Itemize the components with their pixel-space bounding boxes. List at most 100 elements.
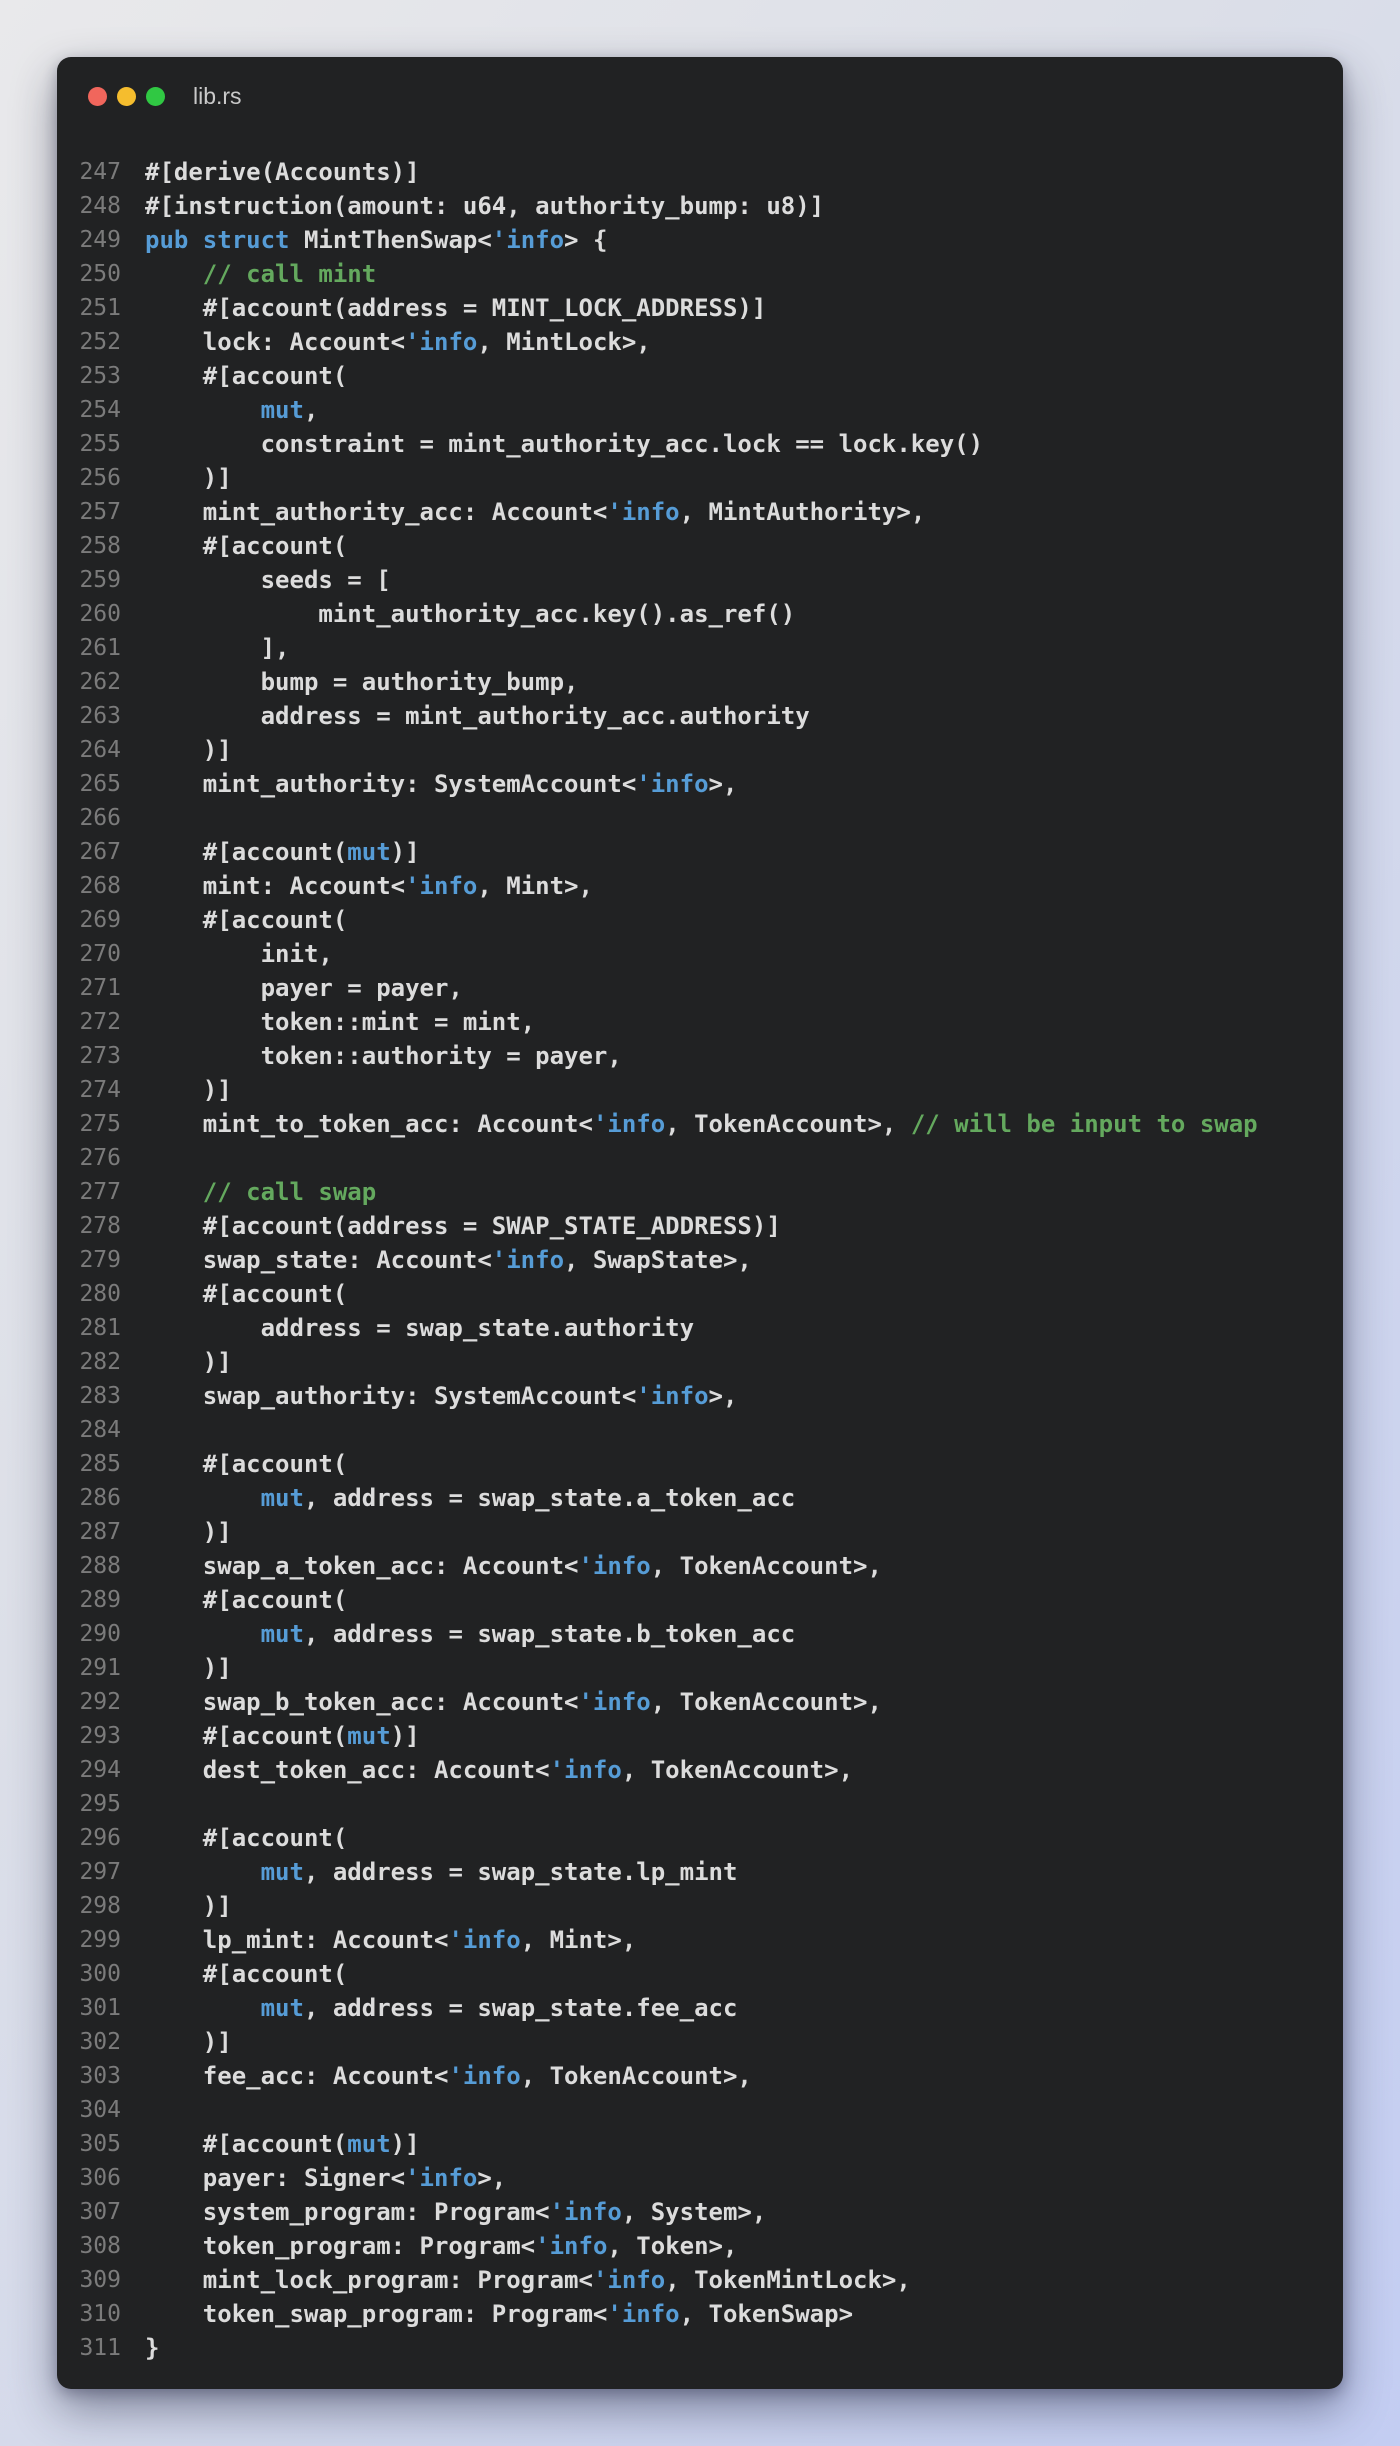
code-token: #[account(	[145, 1960, 347, 1988]
desktop-background: lib.rs 247#[derive(Accounts)]248#[instru…	[0, 0, 1400, 2446]
code-token: mint_to_token_acc: Account<	[145, 1110, 593, 1138]
code-text: fee_acc: Account<'info, TokenAccount>,	[145, 2059, 752, 2093]
code-token: constraint = mint_authority_acc.lock == …	[145, 430, 983, 458]
line-number: 303	[77, 2059, 121, 2093]
code-text: swap_authority: SystemAccount<'info>,	[145, 1379, 737, 1413]
code-text: mut,	[145, 393, 318, 427]
code-token: , Mint>,	[521, 1926, 637, 1954]
code-token	[145, 1858, 261, 1886]
code-editor[interactable]: 247#[derive(Accounts)]248#[instruction(a…	[57, 135, 1343, 2389]
code-token: mint: Account<	[145, 872, 405, 900]
line-number: 262	[77, 665, 121, 699]
code-token: >,	[709, 1382, 738, 1410]
comment-token: // call mint	[203, 260, 376, 288]
code-token: )]	[145, 1076, 232, 1104]
code-line: 262 bump = authority_bump,	[77, 665, 1323, 699]
window-titlebar[interactable]: lib.rs	[57, 57, 1343, 135]
line-number: 309	[77, 2263, 121, 2297]
line-number: 256	[77, 461, 121, 495]
keyword-token: 'info	[405, 328, 477, 356]
code-text: ],	[145, 631, 290, 665]
code-line: 268 mint: Account<'info, Mint>,	[77, 869, 1323, 903]
code-token	[145, 1620, 261, 1648]
code-line: 278 #[account(address = SWAP_STATE_ADDRE…	[77, 1209, 1323, 1243]
code-line: 253 #[account(	[77, 359, 1323, 393]
code-token: , MintAuthority>,	[680, 498, 926, 526]
line-number: 257	[77, 495, 121, 529]
keyword-token: mut	[261, 1484, 304, 1512]
code-text: bump = authority_bump,	[145, 665, 578, 699]
code-line: 254 mut,	[77, 393, 1323, 427]
keyword-token: 'info	[578, 1552, 650, 1580]
code-token	[145, 260, 203, 288]
code-line: 258 #[account(	[77, 529, 1323, 563]
line-number: 269	[77, 903, 121, 937]
minimize-icon[interactable]	[117, 87, 136, 106]
code-token: bump = authority_bump,	[145, 668, 578, 696]
keyword-token: 'info	[636, 1382, 708, 1410]
code-token	[145, 1484, 261, 1512]
code-token: , Mint>,	[477, 872, 593, 900]
line-number: 280	[77, 1277, 121, 1311]
line-number: 273	[77, 1039, 121, 1073]
close-icon[interactable]	[88, 87, 107, 106]
code-line: 273 token::authority = payer,	[77, 1039, 1323, 1073]
code-line: 256 )]	[77, 461, 1323, 495]
line-number: 292	[77, 1685, 121, 1719]
keyword-token: mut	[347, 838, 390, 866]
code-text: )]	[145, 1651, 232, 1685]
code-line: 308 token_program: Program<'info, Token>…	[77, 2229, 1323, 2263]
line-number: 267	[77, 835, 121, 869]
code-token: , TokenAccount>,	[665, 1110, 911, 1138]
code-line: 307 system_program: Program<'info, Syste…	[77, 2195, 1323, 2229]
line-number: 290	[77, 1617, 121, 1651]
code-line: 257 mint_authority_acc: Account<'info, M…	[77, 495, 1323, 529]
line-number: 305	[77, 2127, 121, 2161]
code-text: mut, address = swap_state.lp_mint	[145, 1855, 737, 1889]
code-line: 286 mut, address = swap_state.a_token_ac…	[77, 1481, 1323, 1515]
code-line: 267 #[account(mut)]	[77, 835, 1323, 869]
code-text: mut, address = swap_state.a_token_acc	[145, 1481, 795, 1515]
code-token: >,	[477, 2164, 506, 2192]
code-line: 276	[77, 1141, 1323, 1175]
code-line: 293 #[account(mut)]	[77, 1719, 1323, 1753]
code-line: 264 )]	[77, 733, 1323, 767]
code-token: , TokenAccount>,	[651, 1552, 882, 1580]
code-token: , SwapState>,	[564, 1246, 752, 1274]
line-number: 279	[77, 1243, 121, 1277]
code-text: #[account(	[145, 359, 347, 393]
code-line: 260 mint_authority_acc.key().as_ref()	[77, 597, 1323, 631]
code-token: payer: Signer<	[145, 2164, 405, 2192]
code-token: , TokenAccount>,	[622, 1756, 853, 1784]
line-number: 264	[77, 733, 121, 767]
code-text: )]	[145, 1515, 232, 1549]
code-text: payer = payer,	[145, 971, 463, 1005]
code-token: ],	[145, 634, 290, 662]
code-text: swap_a_token_acc: Account<'info, TokenAc…	[145, 1549, 882, 1583]
code-line: 269 #[account(	[77, 903, 1323, 937]
code-text: #[derive(Accounts)]	[145, 155, 420, 189]
line-number: 300	[77, 1957, 121, 1991]
code-text: address = mint_authority_acc.authority	[145, 699, 810, 733]
code-line: 277 // call swap	[77, 1175, 1323, 1209]
code-token: )]	[145, 2028, 232, 2056]
keyword-token: 'info	[448, 1926, 520, 1954]
zoom-icon[interactable]	[146, 87, 165, 106]
code-text: )]	[145, 1889, 232, 1923]
code-text: mut, address = swap_state.fee_acc	[145, 1991, 737, 2025]
code-line: 296 #[account(	[77, 1821, 1323, 1855]
line-number: 278	[77, 1209, 121, 1243]
line-number: 266	[77, 801, 121, 835]
code-text: mint_to_token_acc: Account<'info, TokenA…	[145, 1107, 1258, 1141]
code-token: , address = swap_state.lp_mint	[304, 1858, 737, 1886]
code-line: 283 swap_authority: SystemAccount<'info>…	[77, 1379, 1323, 1413]
code-text: mint_authority_acc: Account<'info, MintA…	[145, 495, 925, 529]
code-token: lock: Account<	[145, 328, 405, 356]
line-number: 276	[77, 1141, 121, 1175]
comment-token: // call swap	[203, 1178, 376, 1206]
code-token: ,	[304, 396, 318, 424]
keyword-token: 'info	[492, 1246, 564, 1274]
code-text: address = swap_state.authority	[145, 1311, 694, 1345]
line-number: 301	[77, 1991, 121, 2025]
code-line: 279 swap_state: Account<'info, SwapState…	[77, 1243, 1323, 1277]
